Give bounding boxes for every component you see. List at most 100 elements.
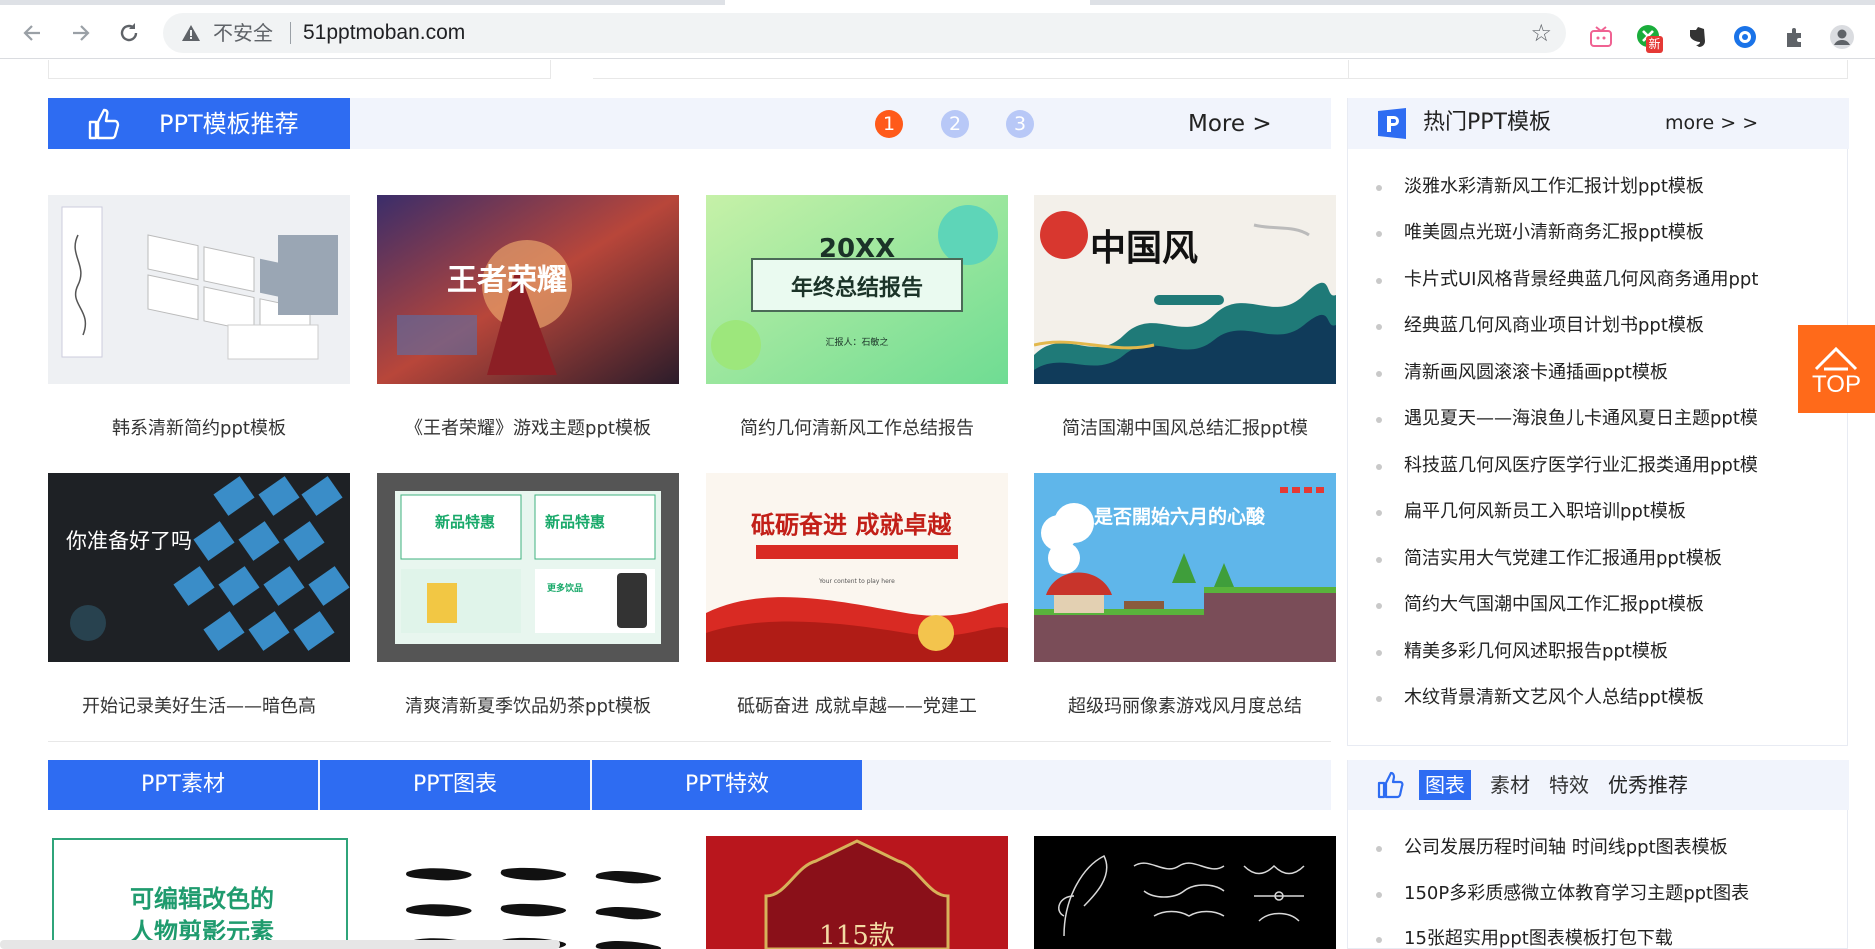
ppt-icon bbox=[1378, 108, 1406, 139]
chip-effects[interactable]: 特效 bbox=[1549, 770, 1589, 800]
list-item-label[interactable]: 淡雅水彩清新风工作汇报计划ppt模板 bbox=[1404, 174, 1704, 200]
top-label: TOP bbox=[1812, 371, 1861, 398]
list-item-label[interactable]: 经典蓝几何风商业项目计划书ppt模板 bbox=[1404, 313, 1704, 339]
back-to-top-button[interactable]: TOP bbox=[1798, 325, 1875, 413]
tab-background bbox=[0, 0, 725, 5]
template-thumbnail[interactable]: 新品特惠 新品特惠 更多饮品 bbox=[377, 473, 679, 662]
evernote-icon[interactable] bbox=[1684, 24, 1710, 50]
list-item-label[interactable]: 简洁实用大气党建工作汇报通用ppt模板 bbox=[1404, 546, 1722, 572]
recommend-title: PPT模板推荐 bbox=[48, 98, 350, 149]
tab-ppt-chart[interactable]: PPT图表 bbox=[320, 760, 590, 810]
list-item-label[interactable]: 科技蓝几何风医疗医学行业汇报类通用ppt模 bbox=[1404, 453, 1758, 479]
url-text[interactable]: 51pptmoban.com bbox=[303, 22, 465, 44]
panel-edge bbox=[593, 60, 1380, 79]
list-item-label[interactable]: 扁平几何风新员工入职培训ppt模板 bbox=[1404, 499, 1686, 525]
panel-edge bbox=[48, 60, 551, 79]
list-item[interactable]: 公司发展历程时间轴 时间线ppt图表模板 bbox=[1376, 835, 1846, 861]
thumbs-up-icon bbox=[1377, 771, 1404, 799]
list-item[interactable]: 精美多彩几何风述职报告ppt模板 bbox=[1376, 639, 1846, 665]
card-image-subtext: 新品特惠 bbox=[545, 513, 605, 531]
list-item[interactable]: 150P多彩质感微立体教育学习主题ppt图表 bbox=[1376, 881, 1846, 907]
list-item-label[interactable]: 唯美圆点光斑小清新商务汇报ppt模板 bbox=[1404, 220, 1704, 246]
template-thumbnail[interactable]: 砥砺奋进 成就卓越 Your content to play here bbox=[706, 473, 1008, 662]
template-thumbnail[interactable]: 20XX 年终总结报告 汇报人：石敏之 bbox=[706, 195, 1008, 384]
chart-recommend-panel: 图表 素材 特效 优秀推荐 公司发展历程时间轴 时间线ppt图表模板 150P多… bbox=[1347, 760, 1849, 949]
list-item-label[interactable]: 简约大气国潮中国风工作汇报ppt模板 bbox=[1404, 592, 1704, 618]
material-thumbnail[interactable] bbox=[377, 838, 679, 949]
list-item[interactable]: 唯美圆点光斑小清新商务汇报ppt模板 bbox=[1376, 220, 1846, 246]
chip-featured[interactable]: 优秀推荐 bbox=[1608, 770, 1688, 800]
list-item-label[interactable]: 木纹背景清新文艺风个人总结ppt模板 bbox=[1404, 685, 1704, 711]
template-caption[interactable]: 超级玛丽像素游戏风月度总结 bbox=[1024, 696, 1346, 718]
template-thumbnail[interactable]: 中国风 bbox=[1034, 195, 1336, 384]
globe-extension-icon[interactable] bbox=[1732, 24, 1758, 50]
template-caption[interactable]: 清爽清新夏季饮品奶茶ppt模板 bbox=[367, 696, 689, 718]
card-image-text: 砥砺奋进 成就卓越 bbox=[751, 510, 952, 539]
list-item[interactable]: 科技蓝几何风医疗医学行业汇报类通用ppt模 bbox=[1376, 453, 1846, 479]
bullet-dot bbox=[1376, 510, 1382, 516]
list-item-label[interactable]: 遇见夏天——海浪鱼儿卡通风夏日主题ppt模 bbox=[1404, 406, 1758, 432]
template-caption[interactable]: 开始记录美好生活——暗色高 bbox=[38, 696, 360, 718]
section-divider bbox=[48, 741, 1331, 742]
list-item-label[interactable]: 15张超实用ppt图表模板打包下载 bbox=[1404, 926, 1673, 949]
chip-charts[interactable]: 图表 bbox=[1419, 770, 1471, 800]
list-item[interactable]: 15张超实用ppt图表模板打包下载 bbox=[1376, 926, 1846, 949]
horizontal-scrollbar[interactable] bbox=[0, 940, 560, 949]
card-image-note: Your content to play here bbox=[818, 578, 895, 585]
tv-extension-icon[interactable] bbox=[1588, 24, 1614, 50]
tab-strip bbox=[0, 0, 1875, 7]
template-caption[interactable]: 砥砺奋进 成就卓越——党建工 bbox=[696, 696, 1018, 718]
resource-tabs: PPT素材 PPT图表 PPT特效 bbox=[48, 760, 1331, 810]
list-item-label[interactable]: 150P多彩质感微立体教育学习主题ppt图表 bbox=[1404, 881, 1749, 907]
bullet-dot bbox=[1376, 937, 1382, 943]
warning-icon bbox=[182, 25, 200, 41]
template-caption[interactable]: 《王者荣耀》游戏主题ppt模板 bbox=[367, 418, 689, 440]
hot-more-link[interactable]: more > > bbox=[1665, 111, 1758, 135]
address-bar[interactable]: 不安全 51pptmoban.com ☆ bbox=[163, 13, 1566, 53]
list-item[interactable]: 木纹背景清新文艺风个人总结ppt模板 bbox=[1376, 685, 1846, 711]
profile-avatar-icon[interactable] bbox=[1829, 24, 1855, 50]
bullet-dot bbox=[1376, 371, 1382, 377]
template-caption[interactable]: 韩系清新简约ppt模板 bbox=[38, 418, 360, 440]
puzzle-icon[interactable] bbox=[1782, 24, 1808, 50]
list-item[interactable]: 简洁实用大气党建工作汇报通用ppt模板 bbox=[1376, 546, 1846, 572]
bullet-dot bbox=[1376, 650, 1382, 656]
list-item[interactable]: 卡片式UI风格背景经典蓝几何风商务通用ppt bbox=[1376, 267, 1846, 293]
browser-toolbar: 不安全 51pptmoban.com ☆ 新 bbox=[0, 7, 1875, 59]
template-thumbnail[interactable]: 王者荣耀 bbox=[377, 195, 679, 384]
list-item[interactable]: 简约大气国潮中国风工作汇报ppt模板 bbox=[1376, 592, 1846, 618]
list-item-label[interactable]: 卡片式UI风格背景经典蓝几何风商务通用ppt bbox=[1404, 267, 1758, 293]
material-thumbnail[interactable] bbox=[1034, 836, 1336, 949]
card-image-text: 是否開始六月的心酸 bbox=[1094, 505, 1266, 528]
page-dot-1[interactable]: 1 bbox=[875, 110, 903, 138]
list-item[interactable]: 清新画风圆滚滚卡通插画ppt模板 bbox=[1376, 360, 1846, 386]
template-thumbnail[interactable]: 是否開始六月的心酸 bbox=[1034, 473, 1336, 662]
bullet-dot bbox=[1376, 557, 1382, 563]
template-thumbnail[interactable]: 你准备好了吗 bbox=[48, 473, 350, 662]
chip-materials[interactable]: 素材 bbox=[1490, 770, 1530, 800]
tab-ppt-effect[interactable]: PPT特效 bbox=[592, 760, 862, 810]
list-item[interactable]: 扁平几何风新员工入职培训ppt模板 bbox=[1376, 499, 1846, 525]
material-thumbnail[interactable]: 可编辑改色的 人物剪影元素 bbox=[52, 838, 348, 949]
x-extension-icon[interactable]: 新 bbox=[1636, 24, 1663, 53]
page-dot-3[interactable]: 3 bbox=[1006, 110, 1034, 138]
template-thumbnail[interactable] bbox=[48, 195, 350, 384]
template-caption[interactable]: 简洁国潮中国风总结汇报ppt模 bbox=[1024, 418, 1346, 440]
template-caption[interactable]: 简约几何清新风工作总结报告 bbox=[696, 418, 1018, 440]
back-button[interactable] bbox=[20, 20, 46, 46]
page-dot-2[interactable]: 2 bbox=[941, 110, 969, 138]
list-item[interactable]: 经典蓝几何风商业项目计划书ppt模板 bbox=[1376, 313, 1846, 339]
reload-button[interactable] bbox=[116, 20, 142, 46]
bookmark-star-icon[interactable]: ☆ bbox=[1530, 20, 1552, 46]
card-image-text: 115款 bbox=[819, 921, 895, 949]
tab-ppt-material[interactable]: PPT素材 bbox=[48, 760, 318, 810]
list-item-label[interactable]: 清新画风圆滚滚卡通插画ppt模板 bbox=[1404, 360, 1668, 386]
list-item-label[interactable]: 公司发展历程时间轴 时间线ppt图表模板 bbox=[1404, 835, 1728, 861]
list-item[interactable]: 淡雅水彩清新风工作汇报计划ppt模板 bbox=[1376, 174, 1846, 200]
list-item-label[interactable]: 精美多彩几何风述职报告ppt模板 bbox=[1404, 639, 1668, 665]
more-link[interactable]: More > bbox=[1188, 110, 1272, 138]
bullet-dot bbox=[1376, 892, 1382, 898]
material-thumbnail[interactable]: 115款 bbox=[706, 836, 1008, 949]
list-item[interactable]: 遇见夏天——海浪鱼儿卡通风夏日主题ppt模 bbox=[1376, 406, 1846, 432]
forward-button[interactable] bbox=[67, 20, 93, 46]
